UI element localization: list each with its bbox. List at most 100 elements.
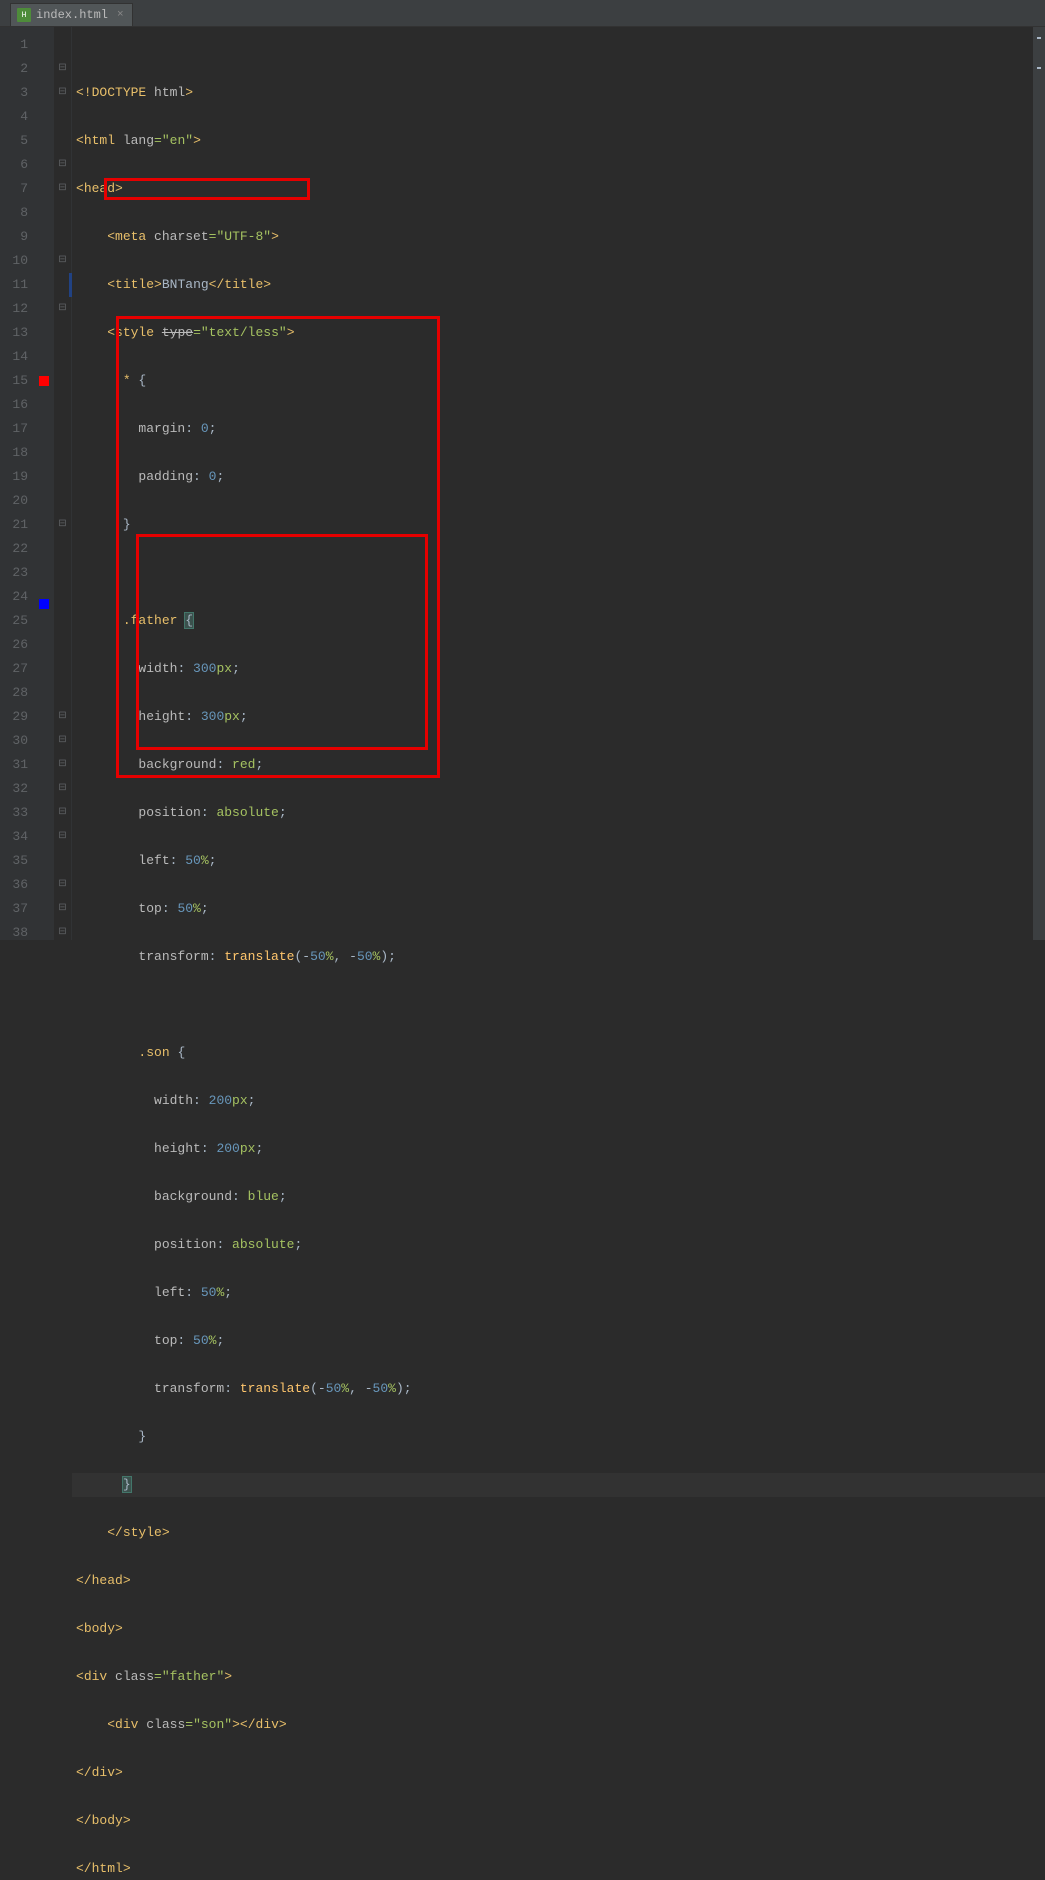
code-line[interactable]: <head> — [72, 177, 1045, 201]
gutter-slot[interactable] — [34, 544, 54, 568]
gutter-slot[interactable] — [34, 815, 54, 839]
gutter-slot[interactable] — [34, 57, 54, 81]
fold-toggle[interactable] — [54, 465, 71, 489]
code-line[interactable]: </head> — [72, 1569, 1045, 1593]
gutter-slot[interactable] — [34, 767, 54, 791]
gutter-slot[interactable] — [34, 568, 54, 592]
fold-toggle[interactable]: ⊟ — [54, 825, 71, 849]
gutter-slot[interactable] — [34, 376, 54, 400]
gutter-slot[interactable] — [34, 81, 54, 105]
file-tab[interactable]: H index.html × — [10, 3, 133, 26]
code-line[interactable]: left: 50%; — [72, 1281, 1045, 1305]
code-line[interactable]: background: red; — [72, 753, 1045, 777]
code-line[interactable]: left: 50%; — [72, 849, 1045, 873]
gutter-slot[interactable] — [34, 623, 54, 647]
breakpoint-gutter[interactable] — [34, 27, 54, 940]
close-tab-icon[interactable]: × — [117, 9, 124, 21]
code-line[interactable]: margin: 0; — [72, 417, 1045, 441]
fold-toggle[interactable] — [54, 345, 71, 369]
code-line[interactable]: width: 300px; — [72, 657, 1045, 681]
gutter-slot[interactable] — [34, 599, 54, 623]
fold-toggle[interactable] — [54, 417, 71, 441]
code-line[interactable]: position: absolute; — [72, 801, 1045, 825]
code-line[interactable]: <div class="son"></div> — [72, 1713, 1045, 1737]
gutter-slot[interactable] — [34, 448, 54, 472]
fold-toggle[interactable]: ⊟ — [54, 873, 71, 897]
gutter-slot[interactable] — [34, 695, 54, 719]
code-line[interactable]: .son { — [72, 1041, 1045, 1065]
code-line[interactable]: width: 200px; — [72, 1089, 1045, 1113]
fold-toggle[interactable] — [54, 201, 71, 225]
gutter-slot[interactable] — [34, 177, 54, 201]
code-line[interactable]: top: 50%; — [72, 897, 1045, 921]
fold-toggle[interactable]: ⊟ — [54, 753, 71, 777]
fold-toggle[interactable] — [54, 585, 71, 609]
gutter-slot[interactable] — [34, 863, 54, 887]
code-line[interactable]: } — [72, 513, 1045, 537]
code-line[interactable]: padding: 0; — [72, 465, 1045, 489]
gutter-slot[interactable] — [34, 791, 54, 815]
fold-toggle[interactable]: ⊟ — [54, 81, 71, 105]
fold-toggle[interactable] — [54, 681, 71, 705]
gutter-slot[interactable] — [34, 297, 54, 321]
gutter-slot[interactable] — [34, 33, 54, 57]
gutter-slot[interactable] — [34, 839, 54, 863]
fold-toggle[interactable] — [54, 321, 71, 345]
scrollbar[interactable] — [1033, 27, 1045, 940]
code-line[interactable]: position: absolute; — [72, 1233, 1045, 1257]
fold-toggle[interactable]: ⊟ — [54, 297, 71, 321]
fold-toggle[interactable]: ⊟ — [54, 249, 71, 273]
fold-toggle[interactable] — [54, 561, 71, 585]
gutter-slot[interactable] — [34, 911, 54, 935]
fold-toggle[interactable] — [54, 225, 71, 249]
gutter-slot[interactable] — [34, 249, 54, 273]
fold-toggle[interactable]: ⊟ — [54, 153, 71, 177]
fold-toggle[interactable]: ⊟ — [54, 801, 71, 825]
code-line[interactable] — [72, 561, 1045, 585]
code-line[interactable]: background: blue; — [72, 1185, 1045, 1209]
code-line[interactable]: height: 200px; — [72, 1137, 1045, 1161]
gutter-slot[interactable] — [34, 743, 54, 767]
gutter-slot[interactable] — [34, 520, 54, 544]
code-line[interactable]: <meta charset="UTF-8"> — [72, 225, 1045, 249]
fold-toggle[interactable]: ⊟ — [54, 729, 71, 753]
fold-gutter[interactable]: ⊟⊟⊟⊟⊟⊟⊟⊟⊟⊟⊟⊟⊟⊟⊟⊟ — [54, 27, 72, 940]
fold-toggle[interactable]: ⊟ — [54, 777, 71, 801]
fold-toggle[interactable]: ⊟ — [54, 513, 71, 537]
gutter-slot[interactable] — [34, 129, 54, 153]
gutter-slot[interactable] — [34, 935, 54, 959]
fold-toggle[interactable]: ⊟ — [54, 921, 71, 945]
gutter-slot[interactable] — [34, 647, 54, 671]
gutter-slot[interactable] — [34, 225, 54, 249]
code-line[interactable]: } — [72, 1425, 1045, 1449]
code-line[interactable]: <!DOCTYPE html> — [72, 81, 1045, 105]
gutter-slot[interactable] — [34, 105, 54, 129]
fold-toggle[interactable]: ⊟ — [54, 705, 71, 729]
fold-toggle[interactable] — [54, 657, 71, 681]
code-line[interactable]: <html lang="en"> — [72, 129, 1045, 153]
fold-toggle[interactable]: ⊟ — [54, 57, 71, 81]
code-line[interactable]: </body> — [72, 1809, 1045, 1833]
code-area[interactable]: <!DOCTYPE html> <html lang="en"> <head> … — [72, 27, 1045, 940]
code-line[interactable]: transform: translate(-50%, -50%); — [72, 1377, 1045, 1401]
code-line[interactable]: } — [72, 1473, 1045, 1497]
code-line[interactable]: <style type="text/less"> — [72, 321, 1045, 345]
code-line[interactable]: <div class="father"> — [72, 1665, 1045, 1689]
gutter-slot[interactable] — [34, 273, 54, 297]
gutter-slot[interactable] — [34, 472, 54, 496]
fold-toggle[interactable] — [54, 537, 71, 561]
fold-toggle[interactable] — [54, 849, 71, 873]
gutter-slot[interactable] — [34, 345, 54, 369]
code-line[interactable]: top: 50%; — [72, 1329, 1045, 1353]
code-line[interactable]: </style> — [72, 1521, 1045, 1545]
code-line[interactable]: transform: translate(-50%, -50%); — [72, 945, 1045, 969]
fold-toggle[interactable] — [54, 129, 71, 153]
fold-toggle[interactable] — [54, 609, 71, 633]
code-line[interactable]: * { — [72, 369, 1045, 393]
fold-toggle[interactable]: ⊟ — [54, 177, 71, 201]
code-line[interactable]: <body> — [72, 1617, 1045, 1641]
code-line[interactable]: .father { — [72, 609, 1045, 633]
gutter-slot[interactable] — [34, 400, 54, 424]
fold-toggle[interactable] — [54, 33, 71, 57]
fold-toggle[interactable] — [54, 369, 71, 393]
